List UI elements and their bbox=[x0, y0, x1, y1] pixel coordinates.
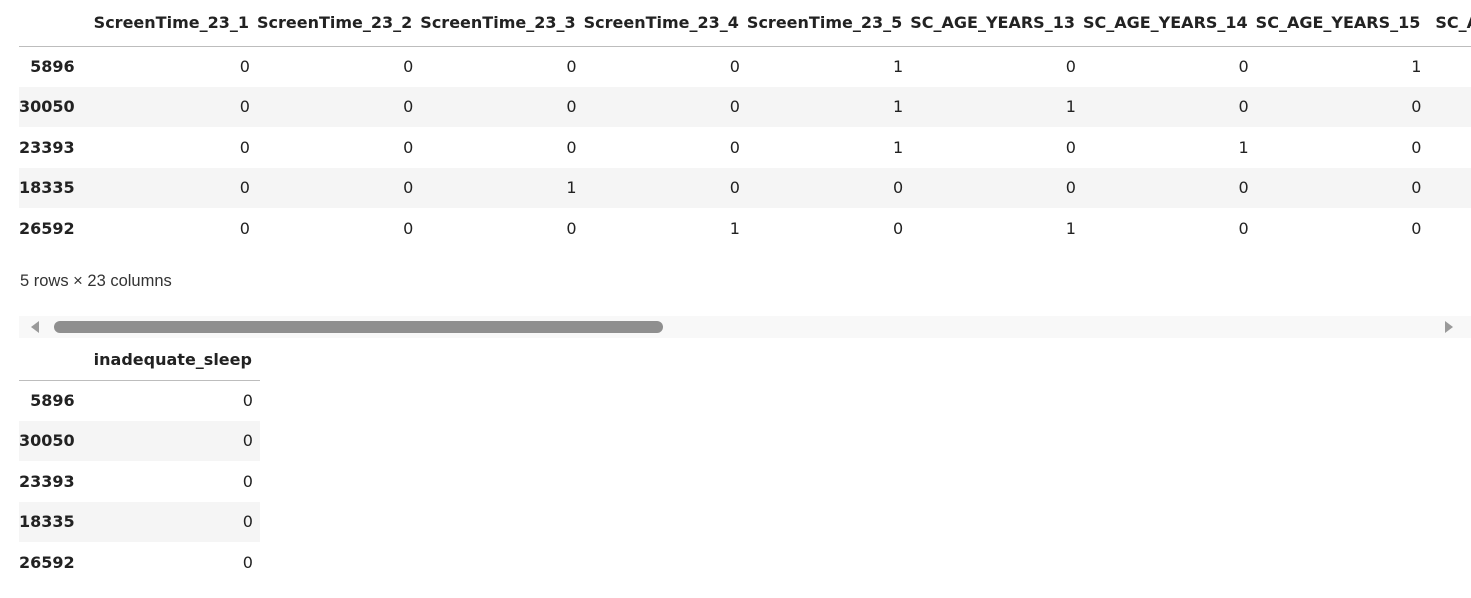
table-cell: 0 bbox=[403, 218, 414, 238]
scrollbar-thumb[interactable] bbox=[54, 321, 663, 333]
row-index: 23393 bbox=[19, 137, 75, 157]
table-cell: 1 bbox=[566, 178, 577, 198]
table-cell: 0 bbox=[893, 178, 904, 198]
column-header: SC_AGE_YEARS_14 bbox=[1082, 0, 1256, 47]
row-index: 5896 bbox=[30, 391, 75, 410]
dataframe-table-2: inadequate_sleep 5896 0 30050 0 23393 0 … bbox=[19, 340, 260, 583]
dataframe-table: ScreenTime_23_1 ScreenTime_23_2 ScreenTi… bbox=[19, 0, 1471, 249]
row-index: 30050 bbox=[19, 431, 75, 451]
table-cell: 1 bbox=[893, 97, 904, 117]
table-cell: 0 bbox=[239, 97, 250, 117]
table-header-row: inadequate_sleep bbox=[19, 340, 260, 381]
table-cell: 1 bbox=[1411, 57, 1422, 76]
table-cell: 0 bbox=[1238, 97, 1249, 117]
column-header: SC_AGE_YEARS_15 bbox=[1255, 0, 1429, 47]
index-header bbox=[19, 0, 94, 47]
table-cell: 0 bbox=[729, 57, 740, 76]
column-header: ScreenTime_23_1 bbox=[93, 0, 257, 47]
table-cell: 0 bbox=[1411, 218, 1422, 238]
table-cell: 0 bbox=[729, 178, 740, 198]
table-cell bbox=[1428, 127, 1471, 168]
triangle-left-icon[interactable] bbox=[31, 321, 39, 333]
table-cell: 1 bbox=[893, 57, 904, 76]
table-cell: 0 bbox=[729, 97, 740, 117]
table-cell: 0 bbox=[242, 552, 253, 572]
table-row: 26592 0 0 0 1 0 1 0 0 bbox=[19, 208, 1471, 249]
horizontal-scrollbar[interactable] bbox=[19, 316, 1471, 338]
table-cell bbox=[1428, 208, 1471, 249]
table-cell: 0 bbox=[1411, 137, 1422, 157]
table-cell bbox=[1428, 46, 1471, 87]
table-row: 23393 0 0 0 0 1 0 1 0 bbox=[19, 127, 1471, 168]
table-cell: 0 bbox=[566, 137, 577, 157]
table-cell: 0 bbox=[403, 97, 414, 117]
table-cell: 0 bbox=[242, 391, 253, 410]
dataframe-table-2-viewport: inadequate_sleep 5896 0 30050 0 23393 0 … bbox=[19, 340, 260, 583]
table-cell: 0 bbox=[242, 471, 253, 491]
table-row: 23393 0 bbox=[19, 461, 260, 502]
column-header: SC_AGE_YEARS_13 bbox=[910, 0, 1083, 47]
table-cell: 1 bbox=[1065, 97, 1076, 117]
dataframe-table-viewport: ScreenTime_23_1 ScreenTime_23_2 ScreenTi… bbox=[19, 0, 1471, 260]
table-cell: 0 bbox=[1238, 218, 1249, 238]
row-index: 18335 bbox=[19, 512, 75, 532]
table-cell: 0 bbox=[1065, 137, 1076, 157]
table-cell: 0 bbox=[1238, 178, 1249, 198]
table-cell: 1 bbox=[1238, 137, 1249, 157]
table-cell bbox=[1428, 168, 1471, 209]
table-cell bbox=[1428, 87, 1471, 128]
table-cell: 1 bbox=[893, 137, 904, 157]
table-cell: 1 bbox=[1065, 218, 1076, 238]
table-cell: 0 bbox=[1238, 57, 1249, 76]
row-index: 30050 bbox=[19, 97, 75, 117]
table-cell: 0 bbox=[1065, 178, 1076, 198]
column-header: ScreenTime_23_3 bbox=[420, 0, 584, 47]
table-cell: 0 bbox=[242, 512, 253, 532]
row-index: 23393 bbox=[19, 471, 75, 491]
row-index: 26592 bbox=[19, 552, 75, 572]
column-header: inadequate_sleep bbox=[93, 340, 260, 381]
notebook-output: ScreenTime_23_1 ScreenTime_23_2 ScreenTi… bbox=[0, 0, 1471, 598]
table-cell: 0 bbox=[239, 218, 250, 238]
table-row: 18335 0 bbox=[19, 501, 260, 542]
table-cell: 1 bbox=[729, 218, 740, 238]
table-cell: 0 bbox=[566, 97, 577, 117]
table-cell: 0 bbox=[1411, 97, 1422, 117]
table-cell: 0 bbox=[1411, 178, 1422, 198]
table-cell: 0 bbox=[403, 137, 414, 157]
table-row: 5896 0 bbox=[19, 380, 260, 421]
table-row: 18335 0 0 1 0 0 0 0 0 bbox=[19, 167, 1471, 209]
table-cell: 0 bbox=[566, 218, 577, 238]
table-row: 26592 0 bbox=[19, 542, 260, 583]
table-cell: 0 bbox=[239, 178, 250, 198]
column-header: SC_AGE_YEARS_16 bbox=[1428, 0, 1471, 47]
table-cell: 0 bbox=[403, 57, 414, 76]
table-row: 30050 0 bbox=[19, 420, 260, 461]
row-index: 18335 bbox=[19, 178, 75, 198]
table-cell: 0 bbox=[893, 218, 904, 238]
row-index: 26592 bbox=[19, 218, 75, 238]
dataframe-shape-note: 5 rows × 23 columns bbox=[20, 272, 172, 290]
table-cell: 0 bbox=[239, 57, 250, 76]
table-cell: 0 bbox=[1065, 57, 1076, 76]
column-header: ScreenTime_23_2 bbox=[256, 0, 421, 47]
column-header: ScreenTime_23_4 bbox=[583, 0, 747, 47]
index-header bbox=[19, 340, 94, 381]
table-cell: 0 bbox=[729, 137, 740, 157]
table-cell: 0 bbox=[403, 178, 414, 198]
table-row: 30050 0 0 0 0 1 1 0 0 bbox=[19, 86, 1471, 128]
column-header: ScreenTime_23_5 bbox=[746, 0, 911, 47]
table-cell: 0 bbox=[566, 57, 577, 76]
row-index: 5896 bbox=[30, 57, 75, 76]
table-header-row: ScreenTime_23_1 ScreenTime_23_2 ScreenTi… bbox=[19, 0, 1471, 47]
table-row: 5896 0 0 0 0 1 0 0 1 bbox=[19, 46, 1471, 87]
triangle-right-icon[interactable] bbox=[1445, 321, 1453, 333]
table-cell: 0 bbox=[242, 431, 253, 451]
table-cell: 0 bbox=[239, 137, 250, 157]
